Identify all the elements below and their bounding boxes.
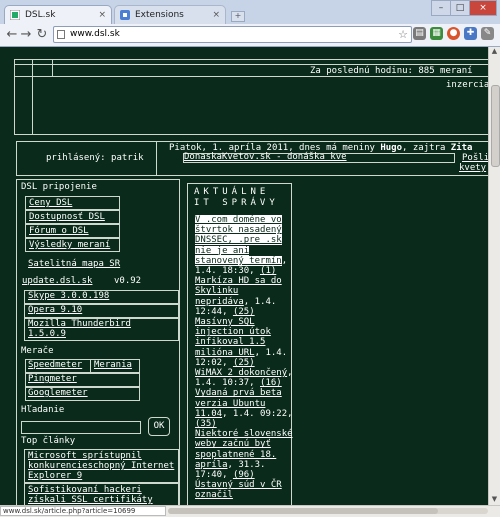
- news-headline[interactable]: WiMAX 2 dokončený: [195, 368, 287, 378]
- news-comments[interactable]: (16): [260, 378, 282, 388]
- menu-label: Výsledky meraní: [29, 240, 111, 250]
- ticker-link[interactable]: DonaskaKvetov.sk - donáška kve: [184, 152, 347, 162]
- browser-chrome: DSL.sk × Extensions × + – □ × ← → ↻ www.…: [0, 0, 500, 47]
- meter-merania[interactable]: Merania: [94, 360, 132, 370]
- news-comments[interactable]: (96): [233, 470, 255, 480]
- name-day: Hugo: [380, 143, 403, 153]
- side-link-posli[interactable]: Pošli: [462, 153, 488, 163]
- update-version: v0.92: [114, 276, 142, 286]
- maximize-icon[interactable]: □: [450, 0, 470, 16]
- hscroll-thumb[interactable]: [168, 508, 438, 514]
- menu-forum-dsl[interactable]: Fórum o DSL: [25, 224, 120, 238]
- extension-icons: ▤ ▦ ● ✚ ✎: [413, 27, 494, 40]
- address-bar[interactable]: www.dsl.sk ☆: [53, 26, 412, 43]
- status-url: www.dsl.sk/article.php?article=10699: [0, 506, 166, 516]
- page-menu-icon[interactable]: ▤: [413, 27, 426, 40]
- inzercia-label: inzercia: [446, 80, 488, 90]
- logged-in-user: prihlásený: patrik: [46, 153, 144, 163]
- update-link[interactable]: update.dsl.sk: [22, 276, 92, 286]
- close-window-icon[interactable]: ×: [469, 0, 497, 16]
- meter-googlemeter[interactable]: Googlemeter: [28, 388, 88, 398]
- menu-vysledky-merani[interactable]: Výsledky meraní: [25, 238, 120, 252]
- last-hour-measurements: Za poslednú hodinu: 885 meraní: [310, 66, 473, 76]
- satellite-map-link[interactable]: Satelitná mapa SR: [28, 259, 120, 269]
- news-comments[interactable]: (25): [233, 307, 255, 317]
- tab-strip: DSL.sk × Extensions × + – □ ×: [0, 0, 500, 24]
- tab-extensions[interactable]: Extensions ×: [114, 5, 226, 24]
- meter-speedmeter[interactable]: Speedmeter: [28, 360, 82, 370]
- address-text: www.dsl.sk: [70, 29, 120, 39]
- meter-pingmeter[interactable]: Pingmeter: [28, 374, 77, 384]
- extension-green-icon[interactable]: ▦: [430, 27, 443, 40]
- software-thunderbird[interactable]: Mozilla Thunderbird 1.5.0.9: [28, 319, 138, 339]
- page-icon: [57, 30, 65, 39]
- search-ok-button[interactable]: OK: [148, 417, 170, 436]
- search-input[interactable]: [21, 421, 141, 434]
- header-divider: [32, 59, 33, 135]
- top-articles-heading: Top články: [21, 436, 76, 446]
- scroll-thumb[interactable]: [491, 85, 500, 167]
- meters-heading: Merače: [21, 346, 54, 356]
- close-tab-icon[interactable]: ×: [98, 6, 106, 25]
- news-headline[interactable]: V .com doméne vo štvrtok nasadený DNSSEC…: [195, 215, 282, 266]
- news-comments[interactable]: (1): [260, 266, 276, 276]
- status-bar: www.dsl.sk/article.php?article=10699: [0, 505, 500, 517]
- menu-ceny-dsl[interactable]: Ceny DSL: [25, 196, 120, 210]
- menu-label: Fórum o DSL: [29, 226, 89, 236]
- vertical-scrollbar[interactable]: ▲ ▼: [488, 47, 500, 505]
- dsl-heading: DSL pripojenie: [21, 182, 97, 192]
- meter-divider: [90, 359, 91, 373]
- top-article-ie9[interactable]: Microsoft sprístupnil konkurencieschopný…: [28, 451, 178, 481]
- header-divider: [52, 59, 53, 76]
- news-title: AKTUÁLNE IT SPRÁVY: [194, 187, 279, 208]
- tab-extensions-title: Extensions: [135, 10, 184, 20]
- userbar-divider: [156, 141, 157, 176]
- news-comments[interactable]: (25): [233, 358, 255, 368]
- top-article-ssl[interactable]: Sofistikovaní hackeri získali SSL certif…: [28, 485, 178, 505]
- window-controls: – □ ×: [431, 0, 497, 16]
- new-tab-button[interactable]: +: [231, 11, 245, 22]
- news-list: V .com doméne vo štvrtok nasadený DNSSEC…: [195, 215, 295, 501]
- menu-label: Dostupnosť DSL: [29, 212, 105, 222]
- tab-dsl[interactable]: DSL.sk ×: [4, 5, 112, 24]
- puzzle-icon: [120, 10, 130, 20]
- news-comments[interactable]: (35): [195, 419, 217, 429]
- scroll-up-icon[interactable]: ▲: [489, 47, 500, 57]
- bookmark-star-icon[interactable]: ☆: [398, 27, 408, 42]
- header-divider: [14, 64, 488, 65]
- menu-dostupnost-dsl[interactable]: Dostupnosť DSL: [25, 210, 120, 224]
- page-viewport: Za poslednú hodinu: 885 meraní inzercia …: [0, 47, 488, 505]
- reload-icon[interactable]: ↻: [34, 27, 50, 43]
- dsl-favicon-icon: [10, 10, 20, 20]
- news-headline[interactable]: Ústavný súd v ČR označil: [195, 480, 282, 500]
- header-divider: [14, 76, 488, 77]
- browser-toolbar: ← → ↻ www.dsl.sk ☆ ▤ ▦ ● ✚ ✎: [0, 24, 500, 47]
- wrench-icon[interactable]: ✎: [481, 27, 494, 40]
- side-link-kvety[interactable]: kvety: [459, 163, 486, 173]
- minimize-icon[interactable]: –: [431, 0, 451, 16]
- menu-label: Ceny DSL: [29, 198, 73, 208]
- tomorrow-name: Zita: [450, 143, 473, 153]
- search-heading: Hľadanie: [21, 405, 65, 415]
- software-skype[interactable]: Skype 3.0.0.198: [28, 291, 109, 301]
- tomorrow-text: , zajtra: [402, 143, 451, 153]
- news-date: , 1.4. 09:22,: [222, 408, 293, 419]
- extension-red-icon[interactable]: ●: [447, 27, 460, 40]
- software-opera[interactable]: Opera 9.10: [28, 305, 82, 315]
- horizontal-scrollbar[interactable]: [168, 508, 488, 514]
- forward-arrow-icon[interactable]: →: [18, 27, 34, 43]
- tab-dsl-title: DSL.sk: [25, 10, 56, 20]
- extension-blue-icon[interactable]: ✚: [464, 27, 477, 40]
- close-tab-icon[interactable]: ×: [212, 6, 220, 25]
- scroll-down-icon[interactable]: ▼: [489, 495, 500, 505]
